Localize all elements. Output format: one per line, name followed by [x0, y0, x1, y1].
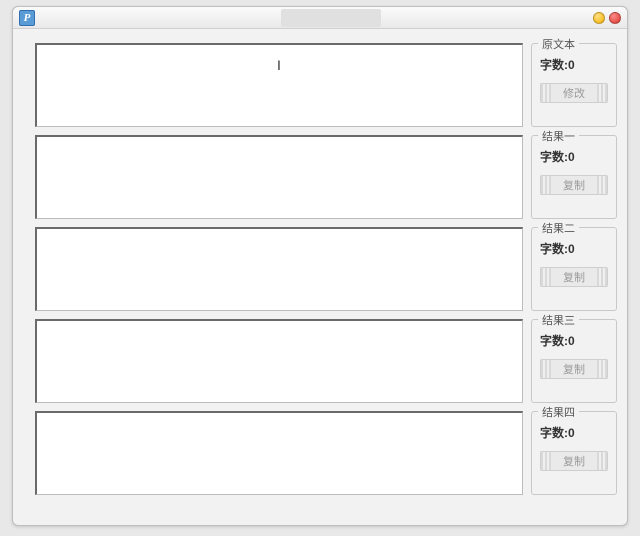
panel-result-1: 结果一 字数:0 复制 — [531, 135, 617, 219]
panel-legend: 结果三 — [538, 312, 579, 328]
result-4-text[interactable] — [35, 411, 523, 495]
row-result-2: 结果二 字数:0 复制 — [35, 227, 617, 311]
char-count: 字数:0 — [540, 56, 608, 73]
row-original: I 原文本 字数:0 修改 — [35, 43, 617, 127]
result-3-text[interactable] — [35, 319, 523, 403]
panel-legend: 结果二 — [538, 220, 579, 236]
app-window: P I 原文本 字数:0 修改 — [12, 6, 628, 526]
panel-legend: 结果一 — [538, 128, 579, 144]
row-result-4: 结果四 字数:0 复制 — [35, 411, 617, 495]
count-label: 字数: — [540, 150, 568, 164]
row-result-1: 结果一 字数:0 复制 — [35, 135, 617, 219]
row-result-3: 结果三 字数:0 复制 — [35, 319, 617, 403]
count-value: 0 — [568, 242, 575, 256]
original-text-input[interactable]: I — [35, 43, 523, 127]
result-1-text[interactable] — [35, 135, 523, 219]
count-value: 0 — [568, 334, 575, 348]
result-2-text[interactable] — [35, 227, 523, 311]
copy-button[interactable]: 复制 — [540, 359, 608, 379]
count-label: 字数: — [540, 334, 568, 348]
button-label: 复制 — [563, 453, 585, 469]
close-icon[interactable] — [609, 12, 621, 24]
window-controls — [593, 12, 621, 24]
text-cursor-icon: I — [277, 57, 281, 73]
panel-result-3: 结果三 字数:0 复制 — [531, 319, 617, 403]
copy-button[interactable]: 复制 — [540, 267, 608, 287]
count-label: 字数: — [540, 58, 568, 72]
button-label: 修改 — [563, 85, 585, 101]
char-count: 字数:0 — [540, 240, 608, 257]
count-label: 字数: — [540, 242, 568, 256]
count-label: 字数: — [540, 426, 568, 440]
minimize-icon[interactable] — [593, 12, 605, 24]
count-value: 0 — [568, 426, 575, 440]
panel-legend: 结果四 — [538, 404, 579, 420]
char-count: 字数:0 — [540, 424, 608, 441]
button-label: 复制 — [563, 177, 585, 193]
button-label: 复制 — [563, 361, 585, 377]
copy-button[interactable]: 复制 — [540, 175, 608, 195]
client-area: I 原文本 字数:0 修改 结果一 字数:0 — [13, 29, 627, 525]
count-value: 0 — [568, 150, 575, 164]
copy-button[interactable]: 复制 — [540, 451, 608, 471]
title-center-strip — [281, 9, 381, 27]
panel-original: 原文本 字数:0 修改 — [531, 43, 617, 127]
panel-legend: 原文本 — [538, 36, 579, 52]
char-count: 字数:0 — [540, 148, 608, 165]
button-label: 复制 — [563, 269, 585, 285]
panel-result-2: 结果二 字数:0 复制 — [531, 227, 617, 311]
titlebar[interactable]: P — [13, 7, 627, 29]
app-icon: P — [19, 10, 35, 26]
char-count: 字数:0 — [540, 332, 608, 349]
panel-result-4: 结果四 字数:0 复制 — [531, 411, 617, 495]
count-value: 0 — [568, 58, 575, 72]
modify-button[interactable]: 修改 — [540, 83, 608, 103]
